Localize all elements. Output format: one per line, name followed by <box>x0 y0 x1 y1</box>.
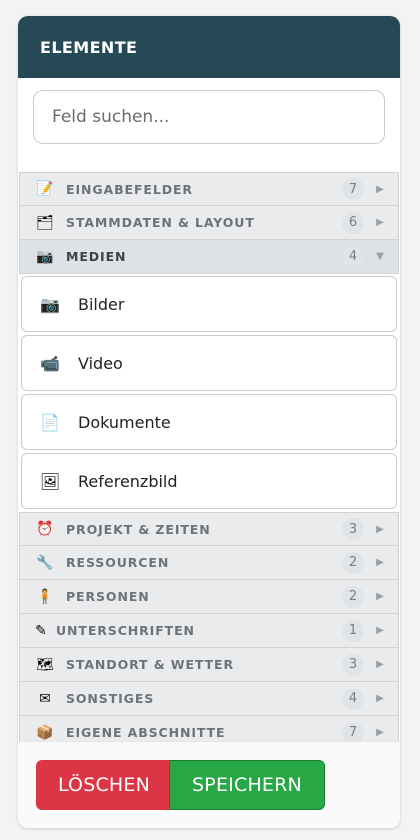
element-item-referenzbild[interactable]: 🖼 Referenzbild <box>21 453 397 509</box>
category-count: 6 <box>342 211 364 234</box>
category-stammdaten-layout[interactable]: 🗂 STAMMDATEN & LAYOUT 6 ▶ <box>19 206 399 240</box>
wrench-icon: 🔧 <box>36 554 54 571</box>
category-count: 2 <box>342 585 364 608</box>
category-ressourcen[interactable]: 🔧 RESSOURCEN 2 ▶ <box>19 546 399 580</box>
category-label: PROJEKT & ZEITEN <box>66 521 211 537</box>
chevron-right-icon: ▶ <box>376 183 384 195</box>
chevron-right-icon: ▶ <box>376 591 384 602</box>
alarm-clock-icon: ⏰ <box>36 521 54 537</box>
delete-button[interactable]: LÖSCHEN <box>36 760 172 810</box>
category-eingabefelder[interactable]: 📝 EINGABEFELDER 7 ▶ <box>19 172 399 206</box>
element-item-video[interactable]: 📹 Video <box>21 335 397 391</box>
chevron-right-icon: ▶ <box>376 217 384 228</box>
element-label: Dokumente <box>78 412 171 432</box>
save-button[interactable]: SPEICHERN <box>169 760 325 810</box>
element-label: Video <box>78 353 123 373</box>
package-icon: 📦 <box>36 724 54 741</box>
category-personen[interactable]: 🧍 PERSONEN 2 ▶ <box>19 580 399 614</box>
category-label: MEDIEN <box>66 249 127 264</box>
category-medien[interactable]: 📷 MEDIEN 4 ▼ <box>19 240 399 274</box>
category-count: 4 <box>342 687 364 710</box>
category-label: EIGENE ABSCHNITTE <box>66 725 226 740</box>
category-unterschriften[interactable]: ✎ UNTERSCHRIFTEN 1 ▶ <box>19 614 399 648</box>
category-count: 3 <box>342 653 364 676</box>
element-item-bilder[interactable]: 📷 Bilder <box>21 276 397 332</box>
element-label: Referenzbild <box>78 471 178 491</box>
panel-footer: LÖSCHEN SPEICHERN <box>18 741 400 828</box>
panel-header: ELEMENTE <box>18 16 400 78</box>
category-projekt-zeiten[interactable]: ⏰ PROJEKT & ZEITEN 3 ▶ <box>19 512 399 546</box>
pencil-icon: ✎ <box>35 622 47 639</box>
category-sonstiges[interactable]: ✉ SONSTIGES 4 ▶ <box>19 682 399 716</box>
category-count: 2 <box>342 551 364 574</box>
category-count: 3 <box>342 518 364 540</box>
category-standort-wetter[interactable]: 🗺 STANDORT & WETTER 3 ▶ <box>19 648 399 682</box>
camera-icon: 📷 <box>40 294 60 314</box>
chevron-right-icon: ▶ <box>376 557 384 568</box>
chevron-down-icon: ▼ <box>376 251 384 262</box>
category-label: SONSTIGES <box>66 691 155 706</box>
search-input[interactable] <box>33 90 385 144</box>
chevron-right-icon: ▶ <box>376 727 384 738</box>
element-item-dokumente[interactable]: 📄 Dokumente <box>21 394 397 450</box>
category-count: 7 <box>342 178 364 200</box>
elements-panel: ELEMENTE 📝 EINGABEFELDER 7 ▶ 🗂 STAMMDATE… <box>18 16 400 828</box>
chevron-right-icon: ▶ <box>376 523 384 535</box>
category-label: PERSONEN <box>66 589 150 604</box>
category-label: STAMMDATEN & LAYOUT <box>66 215 255 230</box>
element-label: Bilder <box>78 294 125 314</box>
category-label: EINGABEFELDER <box>66 181 193 197</box>
category-count: 1 <box>342 619 364 642</box>
category-count: 4 <box>342 245 364 268</box>
chevron-right-icon: ▶ <box>376 659 384 670</box>
video-camera-icon: 📹 <box>40 353 60 373</box>
camera-icon: 📷 <box>36 248 54 265</box>
chevron-right-icon: ▶ <box>376 625 384 636</box>
framed-picture-icon: 🖼 <box>39 471 61 491</box>
media-items: 📷 Bilder 📹 Video 📄 Dokumente 🖼 Referenzb… <box>18 276 400 509</box>
category-label: UNTERSCHRIFTEN <box>56 623 195 638</box>
memo-icon: 📝 <box>36 181 54 197</box>
map-icon: 🗺 <box>36 656 54 673</box>
person-icon: 🧍 <box>36 588 54 605</box>
chevron-right-icon: ▶ <box>376 693 384 704</box>
search-area <box>18 78 400 172</box>
category-label: RESSOURCEN <box>66 555 170 570</box>
category-list: 📝 EINGABEFELDER 7 ▶ 🗂 STAMMDATEN & LAYOU… <box>18 172 400 750</box>
envelope-icon: ✉ <box>39 690 51 707</box>
category-label: STANDORT & WETTER <box>66 657 235 672</box>
document-icon: 📄 <box>40 412 60 432</box>
panel-title: ELEMENTE <box>40 37 138 57</box>
card-index-icon: 🗂 <box>36 214 54 231</box>
